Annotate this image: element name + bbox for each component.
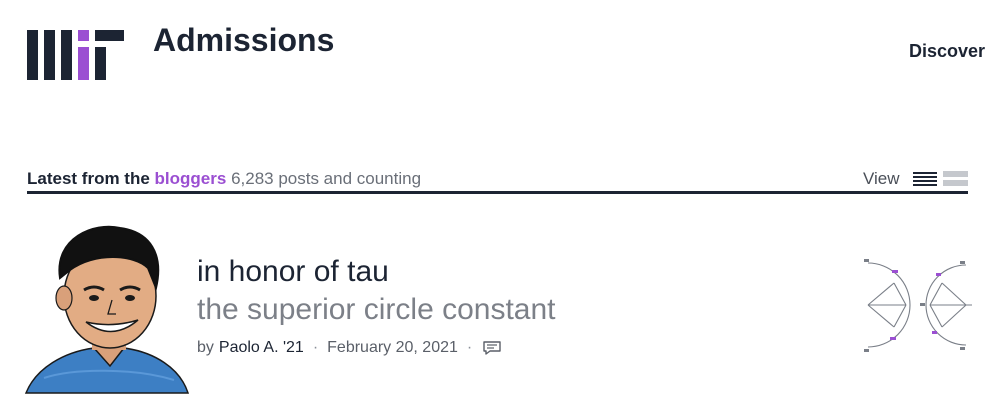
list-view-icon[interactable]	[913, 172, 937, 186]
unit-circle-diagram-thumbnail[interactable]	[860, 257, 975, 360]
meta-separator: ·	[312, 339, 319, 356]
section-title-lead: Latest from the	[27, 169, 150, 188]
bloggers-link[interactable]: bloggers	[155, 169, 227, 188]
blogger-avatar-illustration[interactable]	[24, 218, 190, 398]
view-label: View	[863, 169, 900, 188]
grid-view-icon[interactable]	[943, 171, 968, 186]
post-title[interactable]: in honor of tau	[197, 255, 389, 289]
post-author-link[interactable]: Paolo A. '21	[219, 339, 304, 357]
comment-icon[interactable]	[482, 340, 502, 356]
post-count: 6,283 posts and counting	[231, 169, 422, 188]
post-subtitle[interactable]: the superior circle constant	[197, 293, 556, 327]
meta-separator: ·	[466, 339, 473, 356]
post-date: February 20, 2021	[327, 339, 458, 356]
nav-discover-link[interactable]: Discover	[909, 41, 985, 62]
mit-logo[interactable]	[27, 30, 124, 80]
brand-title[interactable]: Admissions	[153, 22, 334, 59]
post-meta: by Paolo A. '21 · February 20, 2021 ·	[197, 339, 502, 357]
section-title: Latest from the bloggers 6,283 posts and…	[27, 169, 421, 189]
by-prefix: by	[197, 339, 214, 356]
section-header: Latest from the bloggers 6,283 posts and…	[27, 166, 968, 194]
